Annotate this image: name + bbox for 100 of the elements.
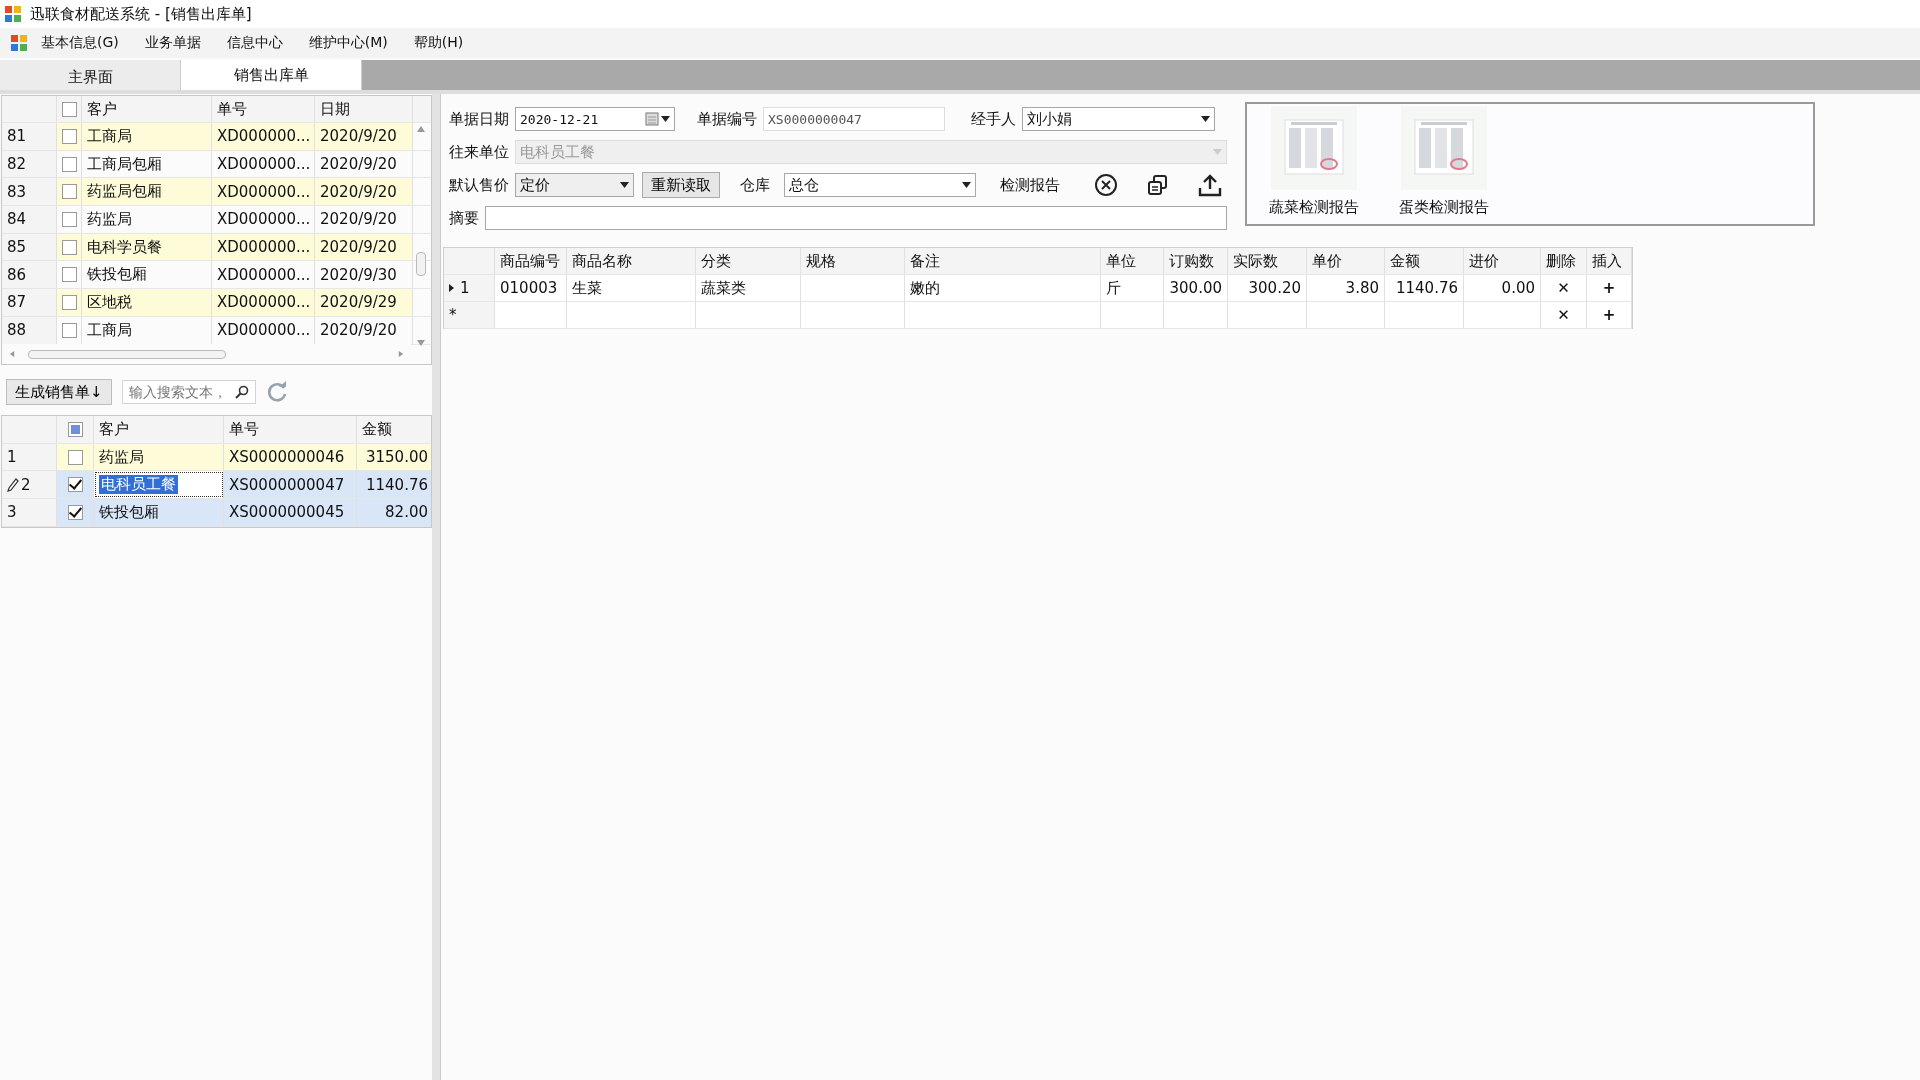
dropdown[interactable]: 总仓 xyxy=(784,173,976,197)
column-header[interactable]: 单价 xyxy=(1307,248,1385,274)
dropdown[interactable]: 定价 xyxy=(515,173,634,197)
field-label: 摘要 xyxy=(449,208,479,228)
menu-item[interactable]: 业务单据 xyxy=(131,34,214,52)
column-header[interactable]: 商品名称 xyxy=(567,248,696,274)
table-cell: 铁投包厢 xyxy=(94,499,224,526)
window-title: 迅联食材配送系统 - [销售出库单] xyxy=(30,4,252,24)
table-cell: XD000000... xyxy=(212,289,315,316)
report-caption[interactable]: 蔬菜检测报告 xyxy=(1269,198,1359,217)
row-number: 87 xyxy=(2,289,57,316)
table-cell: 药监局 xyxy=(82,206,212,233)
table-cell: XD000000... xyxy=(212,123,315,150)
checkbox[interactable] xyxy=(67,421,83,437)
insert-button[interactable]: + xyxy=(1602,279,1616,297)
caret-icon xyxy=(1213,149,1222,155)
reload-button[interactable]: 重新读取 xyxy=(642,172,720,198)
menu-item[interactable]: 信息中心 xyxy=(213,34,296,52)
table-row[interactable]: 3 铁投包厢 XS0000000045 82.00 xyxy=(2,499,431,527)
report-caption[interactable]: 蛋类检测报告 xyxy=(1399,198,1489,217)
scrollbar-thumb[interactable] xyxy=(416,252,426,276)
tab[interactable]: 销售出库单 xyxy=(181,60,362,90)
field-label: 单据日期 xyxy=(449,109,509,129)
column-header[interactable]: 插入 xyxy=(1587,248,1632,274)
column-header[interactable]: 实际数 xyxy=(1228,248,1307,274)
menu-item[interactable]: 基本信息(G) xyxy=(28,34,132,52)
table-cell: 区地税 xyxy=(82,289,212,316)
column-header[interactable]: 单号 xyxy=(212,96,315,122)
scroll-down-icon[interactable] xyxy=(417,340,425,346)
column-header[interactable]: 商品编号 xyxy=(495,248,567,274)
table-row[interactable]: 1 药监局 XS0000000046 3150.00 xyxy=(2,443,431,472)
cell-editor[interactable]: 电科员工餐 xyxy=(99,475,178,495)
column-header[interactable]: 金额 xyxy=(1385,248,1464,274)
table-cell: 工商局 xyxy=(82,316,212,344)
column-header[interactable]: 金额 xyxy=(357,416,431,443)
checkbox[interactable] xyxy=(61,239,77,255)
table-cell: 2020/9/20 xyxy=(315,178,413,206)
app-icon[interactable] xyxy=(10,34,28,52)
checkbox[interactable] xyxy=(61,184,77,200)
tab[interactable]: 主界面 xyxy=(0,60,181,90)
checkbox[interactable] xyxy=(61,101,77,117)
caret-icon xyxy=(661,116,670,122)
delete-button[interactable]: ✕ xyxy=(1557,279,1570,297)
menu-item[interactable]: 维护中心(M) xyxy=(295,34,401,52)
scroll-right-icon[interactable] xyxy=(397,351,405,357)
field-label: 默认售价 xyxy=(449,175,509,195)
menu-item[interactable]: 帮助(H) xyxy=(400,34,477,52)
table-row[interactable]: 2 电科员工餐 XS0000000047 1140.76 xyxy=(2,471,431,500)
generate-button[interactable]: 生成销售单↓ xyxy=(6,379,112,405)
column-header[interactable]: 客户 xyxy=(94,416,224,443)
checkbox[interactable] xyxy=(61,267,77,283)
field-label: 仓库 xyxy=(740,175,770,195)
table-cell: XD000000... xyxy=(212,316,315,344)
row-number: 2 xyxy=(21,475,31,494)
copy-icon[interactable] xyxy=(1146,173,1170,197)
checkbox[interactable] xyxy=(61,156,77,172)
checkbox[interactable] xyxy=(61,211,77,227)
table-cell: 2020/9/20 xyxy=(315,316,413,344)
dropdown[interactable]: 刘小娟 xyxy=(1022,107,1215,131)
column-header[interactable]: 删除 xyxy=(1541,248,1587,274)
column-header[interactable]: 客户 xyxy=(82,96,212,122)
column-header[interactable]: 单位 xyxy=(1101,248,1164,274)
dropdown: 电科员工餐 xyxy=(515,140,1227,164)
column-header[interactable]: 订购数 xyxy=(1164,248,1228,274)
table-cell: 1140.76 xyxy=(357,471,431,499)
refresh-icon[interactable] xyxy=(265,381,288,403)
checkbox[interactable] xyxy=(67,504,83,520)
table-cell: 2020/9/29 xyxy=(315,289,413,316)
column-header[interactable]: 进价 xyxy=(1464,248,1541,274)
scrollbar-thumb[interactable] xyxy=(28,350,226,359)
row-number: 3 xyxy=(7,503,17,522)
checkbox[interactable] xyxy=(61,294,77,310)
field-label: 往来单位 xyxy=(449,142,509,162)
row-number: 83 xyxy=(2,178,57,206)
checkbox[interactable] xyxy=(67,449,83,465)
scroll-up-icon[interactable] xyxy=(417,126,425,132)
column-header[interactable]: 分类 xyxy=(696,248,801,274)
row-number: 81 xyxy=(2,123,57,150)
search-icon[interactable] xyxy=(234,385,249,399)
caret-icon xyxy=(1201,116,1210,122)
insert-button[interactable]: + xyxy=(1602,306,1616,324)
delete-button[interactable]: ✕ xyxy=(1557,306,1570,324)
column-header[interactable]: 备注 xyxy=(905,248,1101,274)
checkbox[interactable] xyxy=(67,477,83,493)
text-field[interactable] xyxy=(485,206,1227,230)
column-header[interactable]: 日期 xyxy=(315,96,413,122)
clear-icon[interactable] xyxy=(1094,173,1118,197)
upload-icon[interactable] xyxy=(1198,173,1222,197)
new-row-marker: * xyxy=(449,306,457,324)
checkbox[interactable] xyxy=(61,128,77,144)
checkbox[interactable] xyxy=(61,322,77,338)
scroll-left-icon[interactable] xyxy=(8,351,16,357)
column-header[interactable]: 单号 xyxy=(224,416,357,443)
column-header[interactable]: 规格 xyxy=(801,248,905,274)
table-cell: 2020/9/20 xyxy=(315,233,413,261)
table-cell: 2020/9/20 xyxy=(315,206,413,233)
date-picker[interactable]: 2020-12-21 xyxy=(515,107,675,131)
search-field[interactable]: 输入搜索文本， xyxy=(121,380,256,404)
field-label: 单据编号 xyxy=(697,109,757,129)
text-field[interactable]: XS0000000047 xyxy=(763,107,945,131)
